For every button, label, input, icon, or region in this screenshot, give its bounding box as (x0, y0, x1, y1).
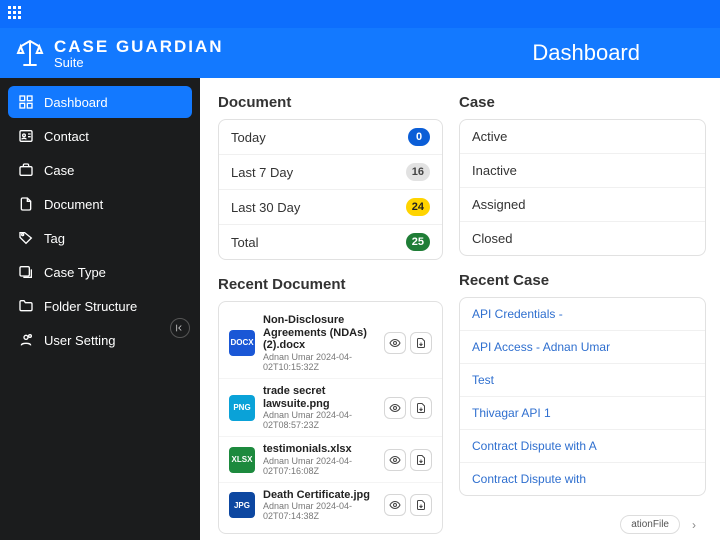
scales-icon (14, 37, 46, 69)
doc-stat-label: Last 30 Day (231, 200, 300, 215)
file-type-icon: DOCX (229, 330, 255, 356)
sidebar-item-user-setting[interactable]: User Setting (8, 324, 192, 356)
view-doc-button[interactable] (384, 332, 406, 354)
doc-stat-label: Last 7 Day (231, 165, 293, 180)
brand-line1: CASE GUARDIAN (54, 37, 224, 57)
case-stat-row[interactable]: Closed (460, 222, 705, 255)
file-type-icon: PNG (229, 395, 255, 421)
sidebar-item-label: Contact (44, 129, 89, 144)
recent-doc-card: DOCX Non-Disclosure Agreements (NDAs) (2)… (218, 301, 443, 534)
sidebar-item-label: Case (44, 163, 74, 178)
doc-stat-badge: 24 (406, 198, 430, 216)
case-stat-row[interactable]: Active (460, 120, 705, 154)
case-type-icon (18, 264, 34, 280)
sidebar-item-label: Document (44, 197, 103, 212)
sidebar-item-contact[interactable]: Contact (8, 120, 192, 152)
doc-name: Non-Disclosure Agreements (NDAs) (2).doc… (263, 314, 376, 352)
download-doc-button[interactable] (410, 494, 432, 516)
recent-doc-item[interactable]: JPG Death Certificate.jpgAdnan Umar 2024-… (219, 483, 442, 528)
download-doc-button[interactable] (410, 397, 432, 419)
recent-case-item[interactable]: Thivagar API 1 (460, 397, 705, 430)
case-stat-row[interactable]: Inactive (460, 154, 705, 188)
doc-stat-row[interactable]: Last 30 Day 24 (219, 190, 442, 225)
doc-stats-title: Document (218, 94, 443, 111)
recent-case-item[interactable]: API Access - Adnan Umar (460, 331, 705, 364)
file-type-icon: XLSX (229, 447, 255, 473)
sidebar-item-folder-structure[interactable]: Folder Structure (8, 290, 192, 322)
doc-stat-badge: 16 (406, 163, 430, 181)
scroll-right-icon[interactable]: › (692, 518, 696, 532)
doc-sub: Adnan Umar 2024-04-02T07:16:08Z (263, 456, 376, 476)
title-bar: CASE GUARDIAN Suite Dashboard (0, 28, 720, 78)
recent-case-item[interactable]: API Credentials - (460, 298, 705, 331)
doc-stat-badge: 25 (406, 233, 430, 251)
case-stats-card: ActiveInactiveAssignedClosed (459, 119, 706, 256)
sidebar: Dashboard Contact Case Document Tag Case Type… (0, 78, 200, 540)
recent-case-title: Recent Case (459, 272, 706, 289)
apps-grid-icon[interactable] (8, 6, 24, 22)
sidebar-item-label: Tag (44, 231, 65, 246)
recent-case-item[interactable]: Contract Dispute with (460, 463, 705, 495)
recent-doc-item[interactable]: PNG trade secret lawsuite.pngAdnan Umar 2… (219, 379, 442, 437)
doc-stat-label: Today (231, 130, 266, 145)
case-stats-title: Case (459, 94, 706, 111)
view-doc-button[interactable] (384, 494, 406, 516)
download-doc-button[interactable] (410, 449, 432, 471)
recent-case-item[interactable]: Contract Dispute with A (460, 430, 705, 463)
document-icon (18, 196, 34, 212)
overflow-chip[interactable]: ationFile (620, 515, 680, 534)
contact-icon (18, 128, 34, 144)
case-stat-row[interactable]: Assigned (460, 188, 705, 222)
doc-sub: Adnan Umar 2024-04-02T07:14:38Z (263, 501, 376, 521)
sidebar-item-label: Case Type (44, 265, 106, 280)
doc-stat-row[interactable]: Today 0 (219, 120, 442, 155)
sidebar-item-label: User Setting (44, 333, 116, 348)
brand: CASE GUARDIAN Suite (14, 37, 224, 70)
folder-icon (18, 298, 34, 314)
sidebar-item-case[interactable]: Case (8, 154, 192, 186)
file-type-icon: JPG (229, 492, 255, 518)
doc-stat-label: Total (231, 235, 258, 250)
recent-case-card: API Credentials -API Access - Adnan Umar… (459, 297, 706, 496)
tag-icon (18, 230, 34, 246)
doc-sub: Adnan Umar 2024-04-02T10:15:32Z (263, 352, 376, 372)
view-doc-button[interactable] (384, 397, 406, 419)
doc-name: Death Certificate.jpg (263, 489, 376, 502)
user-setting-icon (18, 332, 34, 348)
sidebar-item-case-type[interactable]: Case Type (8, 256, 192, 288)
main-area: Document Today 0 Last 7 Day 16 Last 30 Day 24… (200, 78, 720, 540)
recent-case-item[interactable]: Test (460, 364, 705, 397)
doc-sub: Adnan Umar 2024-04-02T08:57:23Z (263, 410, 376, 430)
sidebar-item-tag[interactable]: Tag (8, 222, 192, 254)
doc-stat-row[interactable]: Last 7 Day 16 (219, 155, 442, 190)
collapse-sidebar-button[interactable] (170, 318, 190, 338)
brand-line2: Suite (54, 55, 224, 70)
doc-name: trade secret lawsuite.png (263, 385, 376, 410)
doc-stat-row[interactable]: Total 25 (219, 225, 442, 259)
recent-doc-title: Recent Document (218, 276, 443, 293)
doc-stats-card: Today 0 Last 7 Day 16 Last 30 Day 24 Total 25 (218, 119, 443, 260)
recent-doc-item[interactable]: DOCX Non-Disclosure Agreements (NDAs) (2)… (219, 308, 442, 379)
download-doc-button[interactable] (410, 332, 432, 354)
view-doc-button[interactable] (384, 449, 406, 471)
recent-doc-item[interactable]: XLSX testimonials.xlsxAdnan Umar 2024-04-… (219, 437, 442, 483)
sidebar-item-dashboard[interactable]: Dashboard (8, 86, 192, 118)
top-utility-bar (0, 0, 720, 28)
case-icon (18, 162, 34, 178)
doc-stat-badge: 0 (408, 128, 430, 146)
sidebar-item-document[interactable]: Document (8, 188, 192, 220)
sidebar-item-label: Folder Structure (44, 299, 137, 314)
doc-name: testimonials.xlsx (263, 443, 376, 456)
dashboard-icon (18, 94, 34, 110)
sidebar-item-label: Dashboard (44, 95, 108, 110)
page-title: Dashboard (532, 40, 700, 66)
